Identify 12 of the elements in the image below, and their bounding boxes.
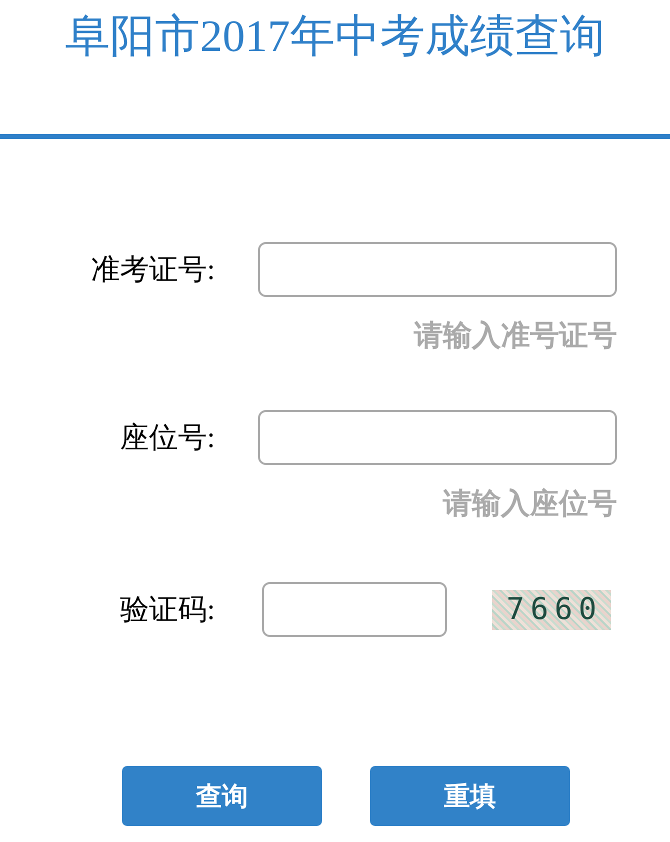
field-label: 准考证号: <box>90 252 215 288</box>
reset-button[interactable]: 重填 <box>370 766 570 826</box>
field-label: 座位号: <box>120 420 215 456</box>
input-field[interactable] <box>258 242 617 297</box>
captcha-input-field[interactable] <box>262 582 447 637</box>
field-hint: 请输入座位号 <box>443 485 617 521</box>
field-label: 验证码: <box>120 592 215 628</box>
page-title: 阜阳市2017年中考成绩查询 <box>65 10 605 63</box>
captcha-image: 7660 <box>492 590 611 630</box>
field-hint: 请输入准号证号 <box>414 317 617 353</box>
submit-button[interactable]: 查询 <box>122 766 322 826</box>
input-field[interactable] <box>258 410 617 465</box>
